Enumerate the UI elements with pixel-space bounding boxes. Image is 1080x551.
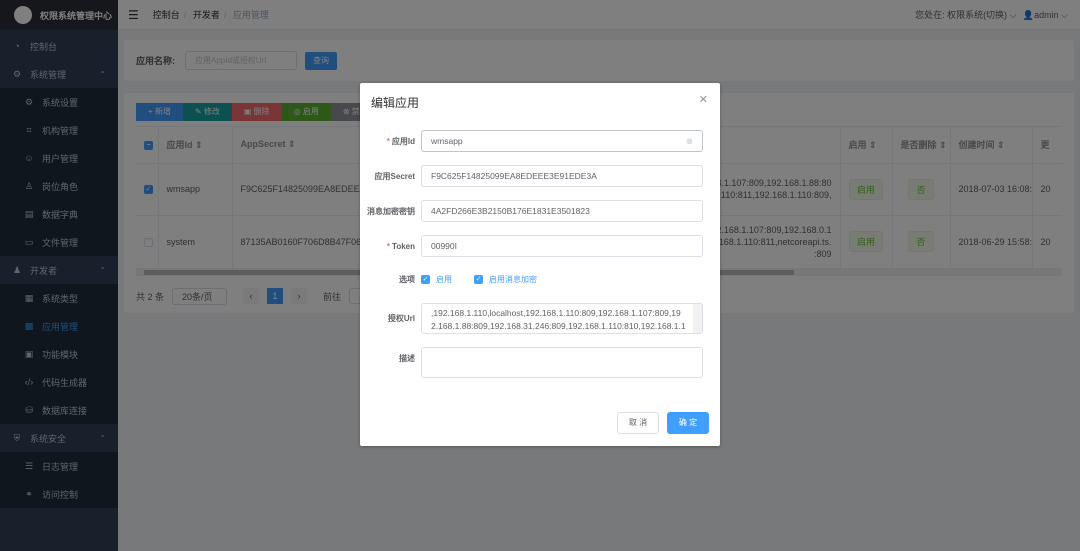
auth-url-value: ,192.168.1.110,localhost,192.168.1.110:8… — [431, 308, 686, 331]
field-label: Token — [392, 241, 415, 251]
app-secret-input[interactable]: F9C625F14825099EA8EDEEE3E91EDE3A — [421, 165, 703, 187]
enable-encryption-checkbox[interactable]: ✓ 启用消息加密 — [474, 274, 537, 285]
encrypt-key-input[interactable]: 4A2FD266E3B2150B176E1831E3501823 — [421, 200, 703, 222]
field-label: 描述 — [399, 354, 415, 363]
app-id-value: wmsapp — [431, 136, 463, 146]
edit-app-dialog: 编辑应用 ✕ * 应用Id wmsapp ⊗ 应用Secret F9C625F148… — [360, 83, 720, 446]
field-label: 授权Url — [387, 314, 415, 323]
clear-icon[interactable]: ⊗ — [686, 136, 693, 147]
check-icon: ✓ — [474, 275, 483, 284]
field-label: 应用Secret — [374, 171, 415, 181]
dialog-title: 编辑应用 — [371, 96, 420, 110]
field-label: 应用Id — [391, 136, 415, 146]
app-id-input[interactable]: wmsapp ⊗ — [421, 130, 703, 152]
field-label: 选项 — [399, 275, 415, 284]
token-input[interactable]: 00990I — [421, 235, 703, 257]
description-textarea[interactable] — [421, 347, 703, 378]
enable-checkbox[interactable]: ✓ 启用 — [421, 274, 452, 285]
field-label: 消息加密密钥 — [367, 206, 415, 216]
textarea-scrollbar[interactable] — [693, 304, 702, 333]
auth-url-textarea[interactable]: ,192.168.1.110,localhost,192.168.1.110:8… — [421, 303, 703, 334]
cancel-button[interactable]: 取 消 — [617, 412, 659, 434]
close-icon[interactable]: ✕ — [699, 93, 708, 106]
checkbox-label: 启用消息加密 — [489, 275, 537, 284]
check-icon: ✓ — [421, 275, 430, 284]
confirm-button[interactable]: 确 定 — [667, 412, 709, 434]
checkbox-label: 启用 — [436, 275, 452, 284]
